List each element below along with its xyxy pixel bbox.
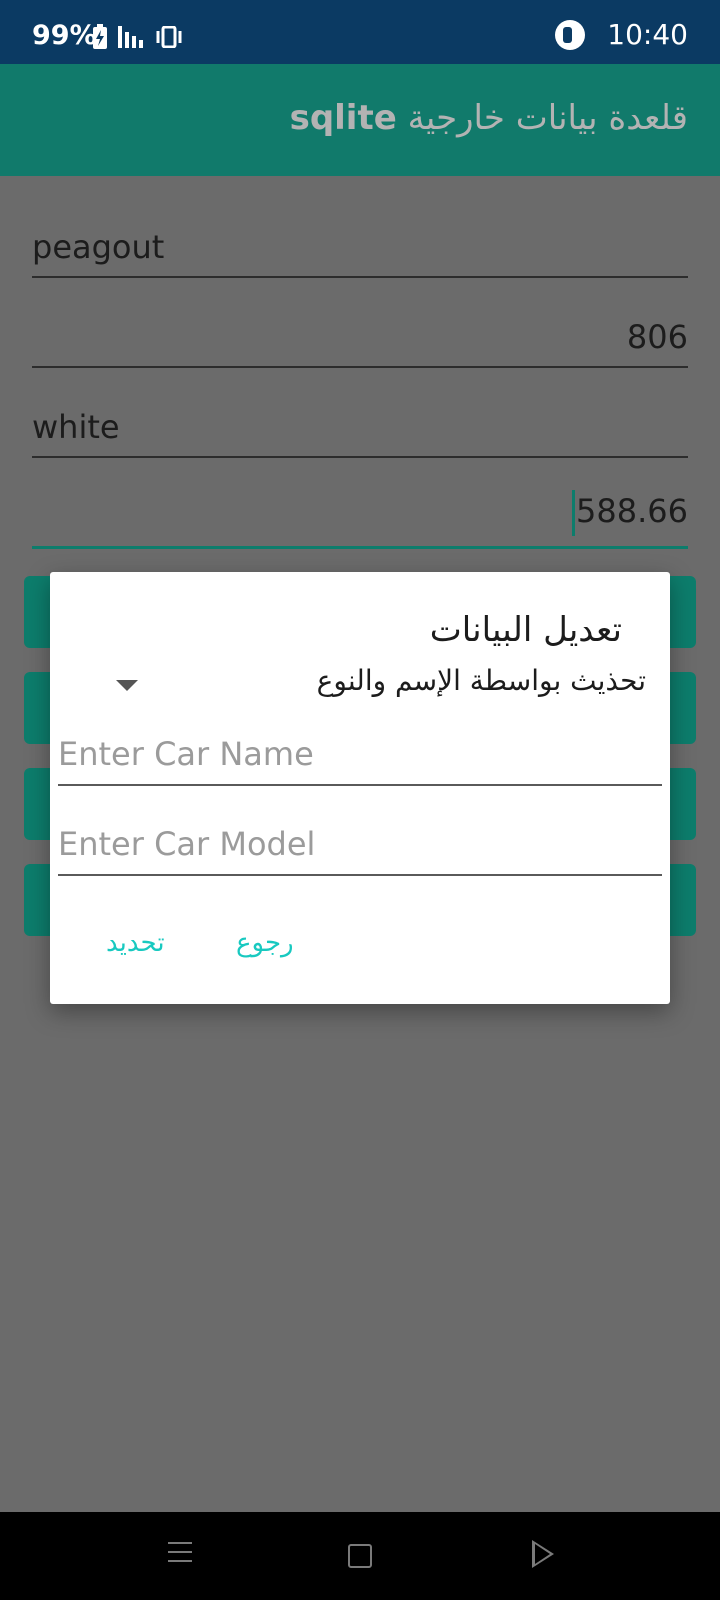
status-icons [92, 24, 184, 50]
app-indicator-icon [555, 19, 586, 50]
menu-icon[interactable] [168, 1542, 192, 1564]
dropdown-selected-value: تحذيث بواسطة الإسم والنوع [316, 664, 646, 697]
update-mode-dropdown[interactable]: تحذيث بواسطة الإسم والنوع [80, 664, 662, 710]
car-price-field[interactable]: 588.66 [32, 456, 688, 549]
car-name-field[interactable]: peagout [32, 186, 688, 278]
car-color-field[interactable]: white [32, 366, 688, 458]
clock: 10:40 [607, 18, 688, 51]
app-bar: قلعدة بيانات خارجية sqlite [0, 64, 720, 176]
app-title-arabic: قلعدة بيانات خارجية [407, 98, 688, 138]
signal-bars-icon [118, 26, 143, 48]
home-icon[interactable] [348, 1544, 372, 1568]
car-name-value: peagout [32, 228, 165, 266]
car-model-field[interactable]: 806 [32, 276, 688, 368]
car-price-value: 588.66 [576, 492, 688, 530]
car-name-input[interactable] [58, 724, 662, 786]
back-triangle-icon[interactable] [532, 1540, 554, 1568]
text-cursor [572, 490, 576, 536]
car-color-value: white [32, 408, 120, 446]
back-button[interactable]: رجوع [236, 928, 294, 958]
dropdown-arrow-icon[interactable] [116, 680, 138, 691]
battery-percentage: 99% [32, 20, 97, 51]
battery-charging-icon [93, 24, 107, 49]
app-title-latin: sqlite [289, 98, 397, 138]
update-button[interactable]: تحديد [106, 928, 165, 958]
edit-data-dialog: تعديل البيانات تحذيث بواسطة الإسم والنوع… [50, 572, 670, 1004]
dialog-title: تعديل البيانات [429, 610, 622, 650]
navigation-bar [0, 1512, 720, 1600]
car-model-input[interactable] [58, 814, 662, 876]
car-model-value: 806 [626, 318, 688, 356]
status-bar: 99% 10:40 [0, 0, 720, 64]
vibrate-icon [156, 26, 182, 48]
app-title: قلعدة بيانات خارجية sqlite [290, 98, 688, 138]
